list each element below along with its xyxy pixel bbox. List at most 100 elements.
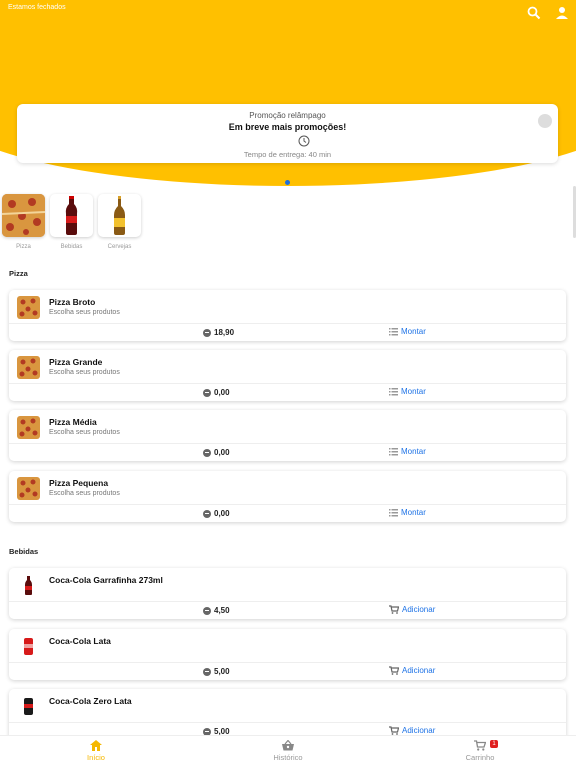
montar-button[interactable]: Montar bbox=[389, 387, 426, 396]
product-card[interactable]: Coca-Cola Lata 5,00 Adicionar bbox=[9, 629, 566, 680]
divider bbox=[9, 443, 566, 444]
list-icon bbox=[389, 387, 398, 395]
product-name: Pizza Grande bbox=[49, 357, 103, 367]
montar-button[interactable]: Montar bbox=[389, 327, 426, 336]
section-title-bebidas: Bebidas bbox=[9, 547, 39, 556]
product-name: Coca-Cola Lata bbox=[49, 636, 111, 646]
price-value: 5,00 bbox=[214, 667, 230, 676]
adicionar-button[interactable]: Adicionar bbox=[389, 726, 435, 735]
divider bbox=[9, 323, 566, 324]
category-label: Cervejas bbox=[107, 244, 132, 250]
product-name: Pizza Média bbox=[49, 417, 97, 427]
pizza-image bbox=[2, 194, 45, 237]
product-description: Escolha seus produtos bbox=[49, 369, 120, 376]
cart-icon bbox=[389, 666, 399, 675]
product-price: 0,00 bbox=[203, 388, 230, 397]
montar-label: Montar bbox=[401, 327, 426, 336]
product-card[interactable]: Coca-Cola Garrafinha 273ml 4,50 Adiciona… bbox=[9, 568, 566, 619]
montar-button[interactable]: Montar bbox=[389, 447, 426, 456]
nav-history[interactable]: Histórico bbox=[192, 736, 384, 768]
coca-zero-can-thumbnail bbox=[17, 695, 40, 718]
user-icon[interactable] bbox=[555, 6, 571, 22]
nav-cart[interactable]: 1 Carrinho bbox=[384, 736, 576, 768]
coca-bottle-thumbnail bbox=[17, 574, 40, 597]
carousel-indicator[interactable] bbox=[285, 180, 290, 185]
category-list: Pizza Bebidas Cervejas bbox=[2, 194, 141, 250]
cart-icon bbox=[474, 740, 486, 751]
cart-icon bbox=[389, 726, 399, 735]
product-price: 4,50 bbox=[203, 606, 230, 615]
pizza-thumbnail bbox=[17, 356, 40, 379]
list-icon bbox=[389, 508, 398, 516]
promo-toggle-icon[interactable] bbox=[538, 114, 552, 128]
montar-label: Montar bbox=[401, 387, 426, 396]
product-card[interactable]: Pizza Média Escolha seus produtos 0,00 M… bbox=[9, 410, 566, 461]
divider bbox=[9, 383, 566, 384]
coin-icon bbox=[203, 448, 211, 457]
promo-title: Em breve mais promoções! bbox=[228, 122, 347, 132]
coin-icon bbox=[203, 388, 211, 397]
product-description: Escolha seus produtos bbox=[49, 309, 120, 316]
product-price: 5,00 bbox=[203, 667, 230, 676]
category-label: Pizza bbox=[16, 244, 31, 250]
product-card[interactable]: Pizza Grande Escolha seus produtos 0,00 … bbox=[9, 350, 566, 401]
product-card[interactable]: Pizza Broto Escolha seus produtos 18,90 … bbox=[9, 290, 566, 341]
category-pizza[interactable]: Pizza bbox=[2, 194, 45, 250]
bottom-navigation: Início Histórico 1 Carrinho bbox=[0, 735, 576, 768]
pizza-thumbnail bbox=[17, 416, 40, 439]
divider bbox=[9, 662, 566, 663]
delivery-time: Tempo de entrega: 40 min bbox=[243, 150, 332, 159]
divider bbox=[9, 722, 566, 723]
coin-icon bbox=[203, 328, 211, 337]
divider bbox=[9, 504, 566, 505]
montar-button[interactable]: Montar bbox=[389, 508, 426, 517]
montar-label: Montar bbox=[401, 447, 426, 456]
category-label: Bebidas bbox=[60, 244, 83, 250]
adicionar-button[interactable]: Adicionar bbox=[389, 666, 435, 675]
product-description: Escolha seus produtos bbox=[49, 429, 120, 436]
coin-icon bbox=[203, 667, 211, 676]
cervejas-image bbox=[98, 194, 141, 237]
product-name: Coca-Cola Zero Lata bbox=[49, 696, 132, 706]
pizza-thumbnail bbox=[17, 296, 40, 319]
nav-home-label: Início bbox=[87, 753, 105, 762]
category-bebidas[interactable]: Bebidas bbox=[50, 194, 93, 250]
price-value: 4,50 bbox=[214, 606, 230, 615]
section-title-pizza: Pizza bbox=[9, 269, 28, 278]
promo-card[interactable]: Promoção relâmpago Em breve mais promoçõ… bbox=[17, 104, 558, 163]
category-cervejas[interactable]: Cervejas bbox=[98, 194, 141, 250]
nav-history-label: Histórico bbox=[273, 753, 303, 762]
divider bbox=[9, 601, 566, 602]
promo-label: Promoção relâmpago bbox=[249, 111, 326, 120]
clock-icon bbox=[298, 134, 310, 147]
product-name: Coca-Cola Garrafinha 273ml bbox=[49, 575, 163, 585]
product-card[interactable]: Coca-Cola Zero Lata 5,00 Adicionar bbox=[9, 689, 566, 740]
list-icon bbox=[389, 327, 398, 335]
product-name: Pizza Pequena bbox=[49, 478, 109, 488]
search-icon[interactable] bbox=[527, 6, 543, 22]
price-value: 18,90 bbox=[214, 328, 235, 337]
nav-cart-label: Carrinho bbox=[465, 753, 495, 762]
product-card[interactable]: Pizza Pequena Escolha seus produtos 0,00… bbox=[9, 471, 566, 522]
coin-icon bbox=[203, 606, 211, 615]
basket-icon bbox=[282, 740, 294, 751]
price-value: 0,00 bbox=[214, 448, 230, 457]
price-value: 0,00 bbox=[214, 509, 230, 518]
price-value: 0,00 bbox=[214, 388, 230, 397]
montar-label: Montar bbox=[401, 508, 426, 517]
bebidas-image bbox=[50, 194, 93, 237]
cart-icon bbox=[389, 605, 399, 614]
adicionar-button[interactable]: Adicionar bbox=[389, 605, 435, 614]
product-description: Escolha seus produtos bbox=[49, 490, 120, 497]
product-name: Pizza Broto bbox=[49, 297, 96, 307]
adicionar-label: Adicionar bbox=[402, 666, 436, 675]
product-price: 18,90 bbox=[203, 328, 234, 337]
product-price: 0,00 bbox=[203, 509, 230, 518]
home-icon bbox=[90, 740, 102, 751]
adicionar-label: Adicionar bbox=[402, 726, 436, 735]
adicionar-label: Adicionar bbox=[402, 605, 436, 614]
nav-home[interactable]: Início bbox=[0, 736, 192, 768]
store-status: Estamos fechados bbox=[8, 4, 66, 11]
list-icon bbox=[389, 447, 398, 455]
coca-can-thumbnail bbox=[17, 635, 40, 658]
